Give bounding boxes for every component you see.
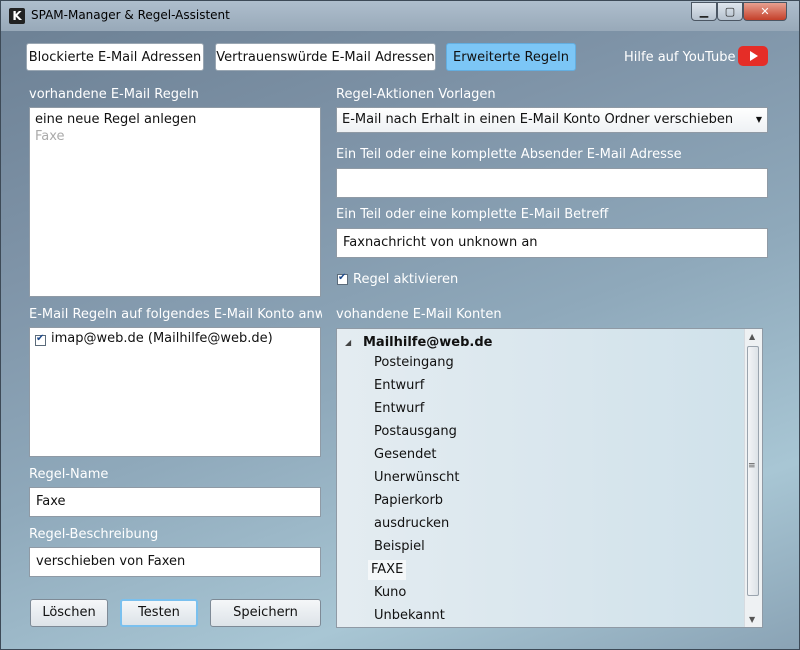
client-area: Blockierte E-Mail Adressen Vertrauenswür…: [9, 31, 791, 643]
tab-trusted-addresses[interactable]: Vertrauenswürde E-Mail Adressen: [215, 43, 436, 71]
tree-folder-item[interactable]: Gesendet: [371, 445, 439, 465]
tree-folder-item[interactable]: Entwurf: [371, 376, 427, 396]
activate-rule-label[interactable]: Regel aktivieren: [353, 272, 458, 287]
tree-folder-item[interactable]: Entwurf: [371, 399, 427, 419]
minimize-button[interactable]: ▁: [691, 2, 717, 21]
maximize-button[interactable]: ▢: [717, 2, 743, 21]
activate-rule-checkbox[interactable]: [337, 272, 348, 285]
rule-name-label: Regel-Name: [29, 467, 109, 482]
sender-label: Ein Teil oder eine komplette Absender E-…: [336, 147, 682, 162]
youtube-help-label[interactable]: Hilfe auf YouTube: [624, 50, 735, 65]
tree-folder-item[interactable]: Postausgang: [371, 422, 460, 442]
test-button[interactable]: Testen: [120, 599, 198, 627]
rules-list[interactable]: eine neue Regel anlegen Faxe: [29, 107, 321, 297]
window-title: SPAM-Manager & Regel-Assistent: [31, 8, 230, 22]
rule-description-input[interactable]: verschieben von Faxen: [29, 547, 321, 577]
tree-folder-item-selected[interactable]: FAXE: [368, 560, 407, 580]
tab-advanced-rules[interactable]: Erweiterte Regeln: [446, 43, 576, 71]
expand-arrow-icon[interactable]: ◢: [345, 338, 351, 347]
main-window: K SPAM-Manager & Regel-Assistent ▁ ▢ ✕ B…: [0, 0, 800, 650]
tree-folder-item[interactable]: Beispiel: [371, 537, 428, 557]
save-button[interactable]: Speichern: [210, 599, 321, 627]
title-bar[interactable]: K SPAM-Manager & Regel-Assistent ▁ ▢ ✕: [1, 1, 799, 31]
scroll-thumb[interactable]: [747, 346, 759, 596]
tree-folder-item[interactable]: Kuno: [371, 583, 409, 603]
tree-scrollbar[interactable]: ▲ ≡ ▼: [744, 329, 762, 627]
subject-label: Ein Teil oder eine komplette E-Mail Betr…: [336, 207, 609, 222]
tree-root-account[interactable]: Mailhilfe@web.de: [363, 335, 492, 350]
chevron-down-icon: ▼: [755, 115, 762, 124]
tree-folder-item[interactable]: Posteingang: [371, 353, 457, 373]
tree-folder-item[interactable]: Unbekannt: [371, 606, 448, 626]
app-logo-icon: K: [9, 8, 25, 24]
tree-folder-item[interactable]: Unerwünscht: [371, 468, 462, 488]
accounts-list-label: E-Mail Regeln auf folgendes E-Mail Konto…: [29, 307, 322, 322]
delete-button[interactable]: Löschen: [30, 599, 108, 627]
close-button[interactable]: ✕: [743, 2, 787, 21]
rule-name-input[interactable]: Faxe: [29, 487, 321, 517]
accounts-tree[interactable]: ◢ Mailhilfe@web.de Posteingang Entwurf E…: [336, 328, 763, 628]
tab-blocked-addresses[interactable]: Blockierte E-Mail Adressen: [26, 43, 204, 71]
youtube-icon[interactable]: [738, 46, 768, 66]
list-item[interactable]: eine neue Regel anlegen: [35, 112, 196, 127]
sender-input[interactable]: [336, 168, 768, 198]
accounts-list[interactable]: imap@web.de (Mailhilfe@web.de): [29, 327, 321, 457]
account-checkbox[interactable]: [35, 333, 46, 346]
action-template-dropdown[interactable]: E-Mail nach Erhalt in einen E-Mail Konto…: [336, 107, 768, 133]
accounts-tree-label: vohandene E-Mail Konten: [336, 307, 502, 322]
action-templates-label: Regel-Aktionen Vorlagen: [336, 87, 496, 102]
rules-list-label: vorhandene E-Mail Regeln: [29, 87, 199, 102]
tree-folder-item[interactable]: ausdrucken: [371, 514, 452, 534]
list-item[interactable]: Faxe: [35, 129, 65, 144]
scroll-up-icon[interactable]: ▲: [749, 332, 755, 341]
action-template-value: E-Mail nach Erhalt in einen E-Mail Konto…: [342, 112, 734, 127]
list-item[interactable]: imap@web.de (Mailhilfe@web.de): [51, 331, 273, 346]
subject-input[interactable]: Faxnachricht von unknown an: [336, 228, 768, 258]
tree-folder-item[interactable]: Papierkorb: [371, 491, 446, 511]
scroll-down-icon[interactable]: ▼: [749, 615, 755, 624]
rule-description-label: Regel-Beschreibung: [29, 527, 159, 542]
scroll-grip-icon: ≡: [748, 461, 756, 471]
